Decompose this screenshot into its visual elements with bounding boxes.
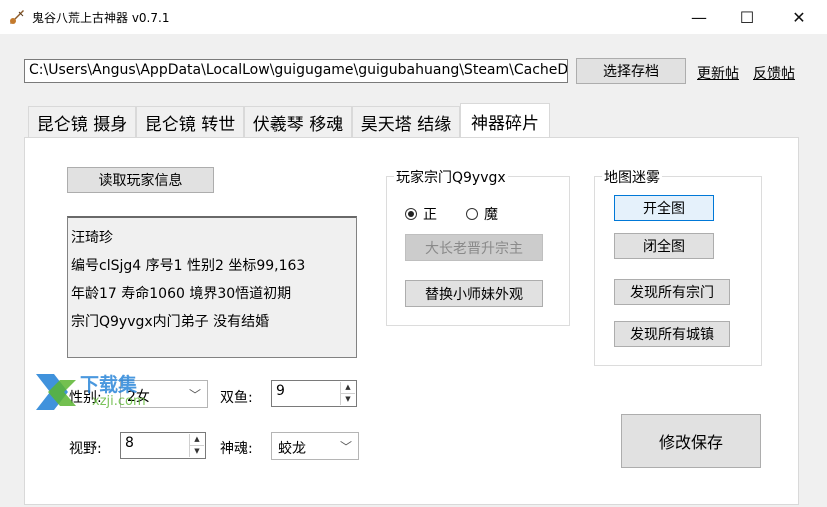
shuangyu-value: 9	[276, 383, 285, 399]
player-info-line: 汪琦珍	[71, 230, 113, 246]
player-info-line: 年龄17 寿命1060 境界30悟道初期	[71, 286, 292, 302]
radio-mo[interactable]: 魔	[466, 204, 498, 224]
player-sect-legend: 玩家宗门Q9yvgx	[394, 167, 508, 187]
watermark-text: 下载集	[80, 374, 138, 396]
map-fog-legend: 地图迷雾	[602, 167, 662, 187]
watermark-logo-icon	[36, 374, 76, 410]
replace-junior-sister-button[interactable]: 替换小师妹外观	[405, 280, 543, 307]
minimize-button[interactable]: —	[676, 0, 722, 34]
radio-unchecked-icon	[466, 208, 478, 220]
close-full-map-button[interactable]: 闭全图	[614, 233, 714, 259]
shenhun-label: 神魂:	[220, 441, 253, 457]
shenhun-value: 蛟龙	[278, 441, 306, 457]
watermark-subtext: xzji.com	[92, 394, 146, 409]
save-path-input[interactable]: C:\Users\Angus\AppData\LocalLow\guigugam…	[24, 59, 568, 83]
chevron-down-icon: ﹀	[339, 440, 352, 454]
tab-shenqi-suipian[interactable]: 神器碎片	[460, 103, 550, 139]
shuangyu-label: 双鱼:	[220, 390, 253, 406]
watermark: 下载集 xzji.com	[34, 370, 174, 416]
spin-down-icon[interactable]: ▼	[341, 394, 355, 406]
radio-checked-icon	[405, 208, 417, 220]
shenhun-select[interactable]: 蛟龙 ﹀	[271, 432, 359, 460]
player-info-textbox[interactable]: 汪琦珍 编号clSjg4 序号1 性别2 坐标99,163 年龄17 寿命106…	[67, 216, 357, 358]
vision-stepper[interactable]: 8 ▲ ▼	[120, 432, 206, 459]
tab-kunlun-zhuanshi[interactable]: 昆仑镜 转世	[136, 106, 244, 138]
feedback-link[interactable]: 反馈帖	[753, 63, 795, 83]
discover-all-towns-button[interactable]: 发现所有城镇	[614, 321, 730, 347]
chevron-down-icon: ﹀	[188, 388, 201, 402]
tab-fuxi-yihun[interactable]: 伏羲琴 移魂	[244, 106, 352, 138]
player-info-line: 宗门Q9yvgx内门弟子 没有结婚	[71, 314, 270, 330]
spin-up-icon[interactable]: ▲	[190, 434, 204, 446]
save-changes-button[interactable]: 修改保存	[621, 414, 761, 468]
window-title: 鬼谷八荒上古神器 v0.7.1	[32, 11, 170, 25]
vision-label: 视野:	[69, 441, 102, 457]
open-full-map-button[interactable]: 开全图	[614, 195, 714, 221]
discover-all-sects-button[interactable]: 发现所有宗门	[614, 279, 730, 305]
tab-haotian-jieyuan[interactable]: 昊天塔 结缘	[352, 106, 460, 138]
vision-value: 8	[125, 435, 134, 451]
shuangyu-stepper[interactable]: 9 ▲ ▼	[271, 380, 357, 407]
radio-zheng[interactable]: 正	[405, 204, 437, 224]
select-save-button[interactable]: 选择存档	[576, 58, 686, 84]
read-player-info-button[interactable]: 读取玩家信息	[67, 167, 214, 193]
update-link[interactable]: 更新帖	[697, 63, 739, 83]
player-info-line: 编号clSjg4 序号1 性别2 坐标99,163	[71, 258, 306, 274]
close-button[interactable]: ✕	[776, 0, 822, 34]
promote-sect-leader-button[interactable]: 大长老晋升宗主	[405, 234, 543, 261]
radio-mo-label: 魔	[484, 207, 498, 223]
title-bar: 鬼谷八荒上古神器 v0.7.1 — ☐ ✕	[0, 0, 827, 34]
tab-kunlun-sheshen[interactable]: 昆仑镜 摄身	[28, 106, 136, 138]
spin-down-icon[interactable]: ▼	[190, 446, 204, 458]
maximize-button[interactable]: ☐	[724, 0, 770, 34]
radio-zheng-label: 正	[423, 207, 437, 223]
spin-up-icon[interactable]: ▲	[341, 382, 355, 394]
app-logo-icon	[10, 10, 24, 24]
